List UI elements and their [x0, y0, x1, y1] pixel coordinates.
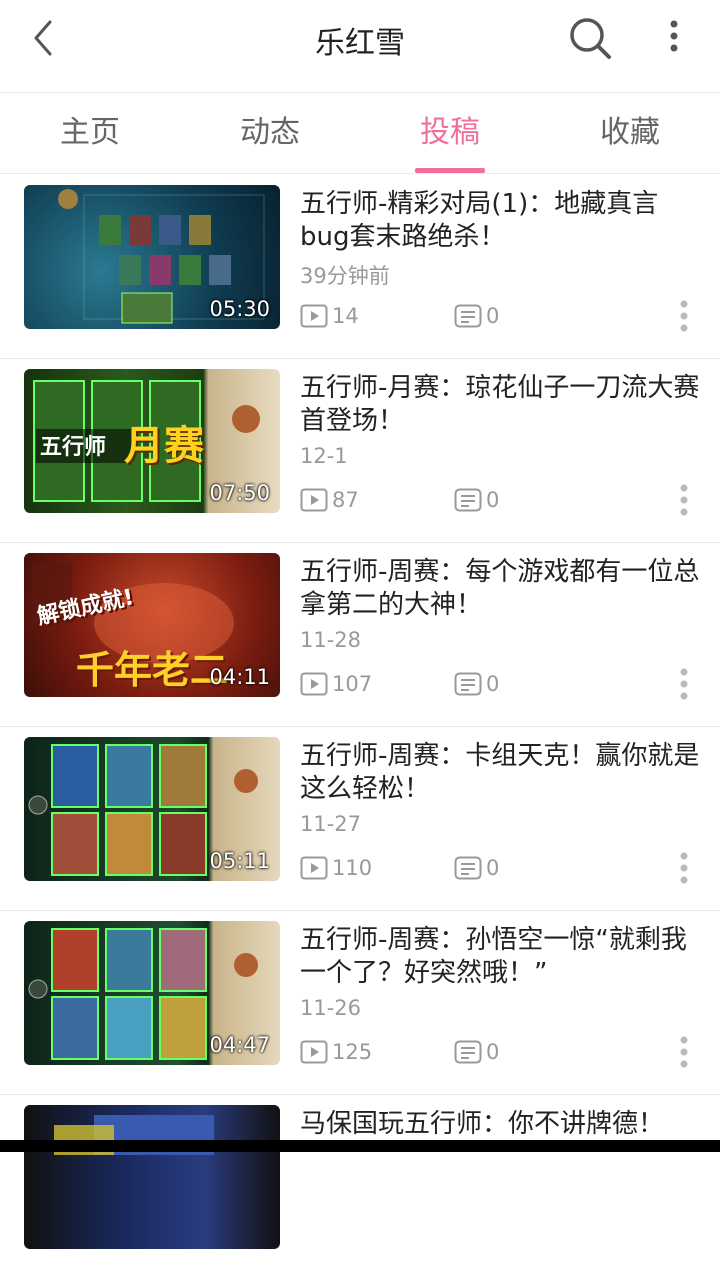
tab-label: 主页: [60, 115, 120, 150]
play-count-value: 87: [332, 488, 359, 512]
video-stats: 125 0: [300, 1038, 700, 1066]
video-date: 11-28: [300, 628, 362, 652]
item-more-icon[interactable]: [672, 298, 696, 338]
list-item[interactable]: 05:30 五行师-精彩对局(1)：地藏真言bug套末路绝杀！ 39分钟前 14: [0, 174, 720, 359]
thumb-caption: 五行师: [40, 435, 107, 460]
comment-count-value: 0: [486, 488, 500, 512]
play-count-value: 125: [332, 1040, 373, 1064]
video-info: 五行师-周赛：孙悟空一惊“就剩我一个了？好突然哦！” 11-26: [300, 924, 700, 1020]
video-date: 11-27: [300, 812, 362, 836]
comment-count: 0: [454, 854, 499, 882]
thumb-caption: 千年老二: [76, 648, 229, 692]
play-count-value: 14: [332, 304, 359, 328]
video-title[interactable]: 五行师-周赛：卡组天克！赢你就是这么轻松！: [300, 740, 700, 806]
play-icon: [300, 1040, 328, 1064]
video-stats: 14 0: [300, 302, 700, 330]
play-icon: [300, 856, 328, 880]
navigation-bar: [0, 1140, 720, 1152]
video-duration: 05:30: [209, 297, 270, 321]
video-duration: 05:11: [209, 849, 270, 873]
play-count: 14: [300, 302, 359, 330]
tab-activity[interactable]: 动态: [180, 93, 360, 173]
tab-label: 投稿: [420, 115, 480, 150]
video-thumbnail[interactable]: [24, 1105, 280, 1249]
video-info: 五行师-周赛：每个游戏都有一位总拿第二的大神！ 11-28: [300, 556, 700, 652]
video-thumbnail[interactable]: 05:11: [24, 737, 280, 881]
comment-count-value: 0: [486, 1040, 500, 1064]
tab-label: 动态: [240, 115, 300, 150]
tab-bar: 主页 动态 投稿 收藏: [0, 93, 720, 174]
comment-count: 0: [454, 302, 499, 330]
play-count: 110: [300, 854, 372, 882]
video-title[interactable]: 五行师-精彩对局(1)：地藏真言bug套末路绝杀！: [300, 188, 700, 254]
tab-home[interactable]: 主页: [0, 93, 180, 173]
play-count-value: 107: [332, 672, 373, 696]
top-bar: 乐红雪: [0, 0, 720, 93]
comment-count: 0: [454, 670, 499, 698]
video-info: 五行师-月赛：琼花仙子一刀流大赛首登场！ 12-1: [300, 372, 700, 468]
play-count-value: 110: [332, 856, 373, 880]
video-title[interactable]: 五行师-月赛：琼花仙子一刀流大赛首登场！: [300, 372, 700, 438]
comment-count-value: 0: [486, 672, 500, 696]
thumb-caption: 月赛: [124, 423, 204, 469]
video-thumbnail[interactable]: 05:30: [24, 185, 280, 329]
video-title[interactable]: 五行师-周赛：每个游戏都有一位总拿第二的大神！: [300, 556, 700, 622]
video-duration: 04:11: [209, 665, 270, 689]
play-icon: [300, 304, 328, 328]
item-more-icon[interactable]: [672, 482, 696, 522]
video-thumbnail[interactable]: 解锁成就! 千年老二 04:11: [24, 553, 280, 697]
video-duration: 07:50: [209, 481, 270, 505]
comment-icon: [454, 672, 482, 696]
active-tab-indicator: [415, 168, 485, 173]
video-title[interactable]: 五行师-周赛：孙悟空一惊“就剩我一个了？好突然哦！”: [300, 924, 700, 990]
play-icon: [300, 488, 328, 512]
video-date: 12-1: [300, 444, 348, 468]
item-more-icon[interactable]: [672, 1034, 696, 1074]
item-more-icon[interactable]: [672, 850, 696, 890]
tab-label: 收藏: [600, 115, 660, 150]
video-thumbnail[interactable]: 04:47: [24, 921, 280, 1065]
comment-icon: [454, 304, 482, 328]
video-date: 11-26: [300, 996, 362, 1020]
video-stats: 107 0: [300, 670, 700, 698]
comment-icon: [454, 1040, 482, 1064]
video-info: 五行师-周赛：卡组天克！赢你就是这么轻松！ 11-27: [300, 740, 700, 836]
video-stats: 110 0: [300, 854, 700, 882]
item-more-icon[interactable]: [672, 666, 696, 706]
game-board-art: [54, 1115, 214, 1155]
comment-count: 0: [454, 486, 499, 514]
list-item[interactable]: 解锁成就! 千年老二 04:11 五行师-周赛：每个游戏都有一位总拿第二的大神！…: [0, 542, 720, 727]
comment-icon: [454, 856, 482, 880]
list-item[interactable]: 马保国玩五行师：你不讲牌德！: [0, 1094, 720, 1278]
video-stats: 87 0: [300, 486, 700, 514]
play-count: 107: [300, 670, 372, 698]
comment-icon: [454, 488, 482, 512]
video-date: 39分钟前: [300, 264, 390, 288]
video-duration: 04:47: [209, 1033, 270, 1057]
comment-count-value: 0: [486, 856, 500, 880]
play-icon: [300, 672, 328, 696]
comment-count: 0: [454, 1038, 499, 1066]
play-count: 87: [300, 486, 359, 514]
video-thumbnail[interactable]: 五行师 月赛 07:50: [24, 369, 280, 513]
list-item[interactable]: 05:11 五行师-周赛：卡组天克！赢你就是这么轻松！ 11-27 110 0: [0, 726, 720, 911]
search-icon[interactable]: [566, 14, 614, 62]
comment-count-value: 0: [486, 304, 500, 328]
list-item[interactable]: 五行师 月赛 07:50 五行师-月赛：琼花仙子一刀流大赛首登场！ 12-1 8…: [0, 358, 720, 543]
tab-uploads[interactable]: 投稿: [360, 93, 540, 173]
video-info: 五行师-精彩对局(1)：地藏真言bug套末路绝杀！ 39分钟前: [300, 188, 700, 290]
tab-favorites[interactable]: 收藏: [540, 93, 720, 173]
more-vertical-icon[interactable]: [656, 16, 692, 60]
play-count: 125: [300, 1038, 372, 1066]
list-item[interactable]: 04:47 五行师-周赛：孙悟空一惊“就剩我一个了？好突然哦！” 11-26 1…: [0, 910, 720, 1095]
